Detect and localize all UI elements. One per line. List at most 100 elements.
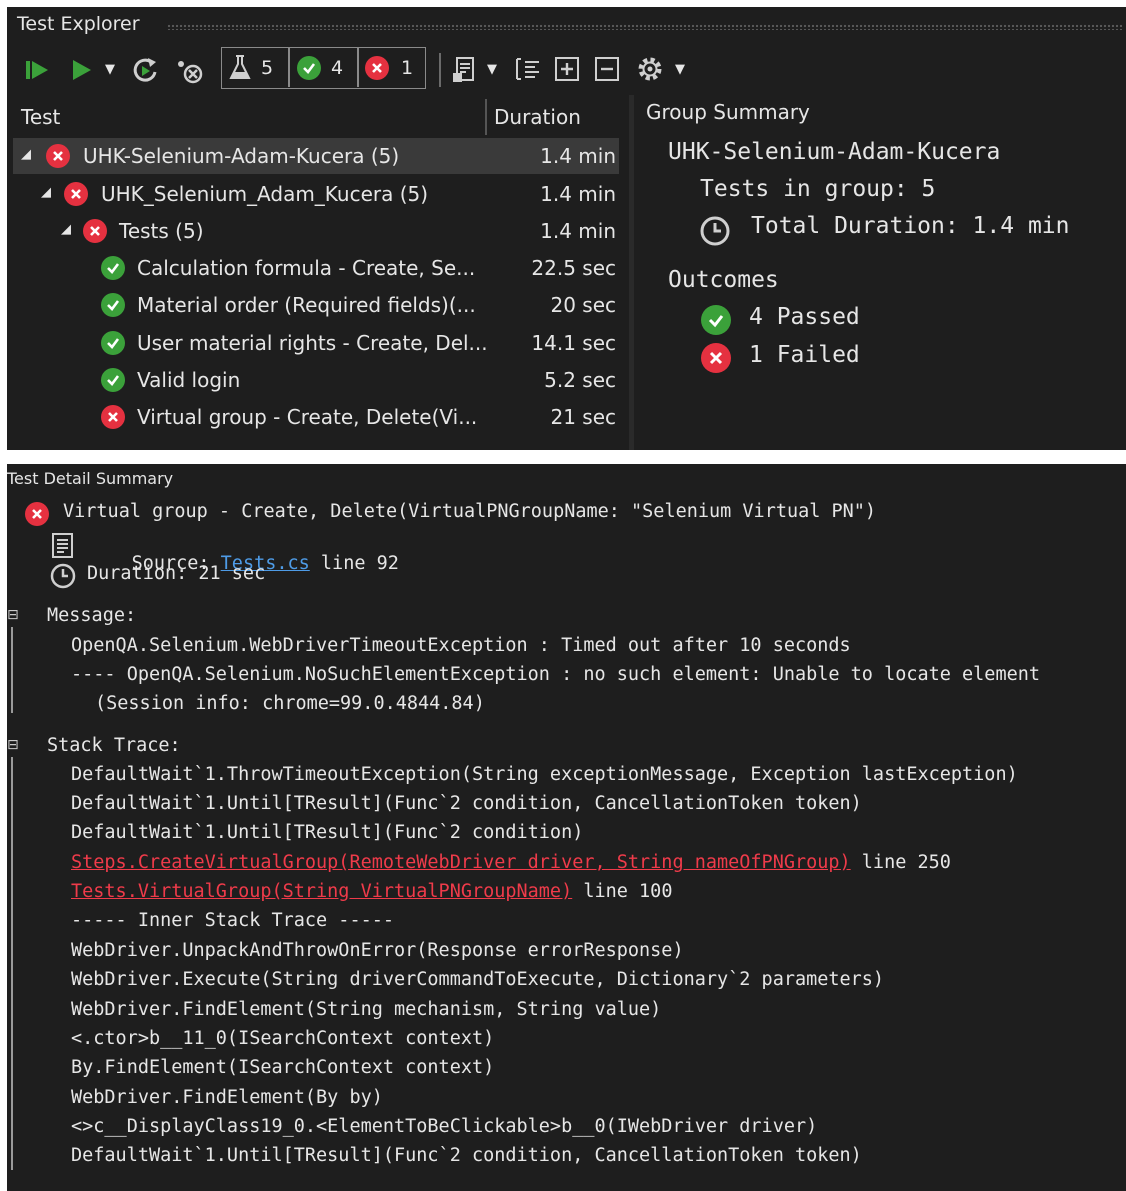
group-by-icon[interactable]	[513, 55, 543, 85]
cancel-run-icon[interactable]	[173, 56, 205, 86]
message-line: (Session info: chrome=99.0.4844.84)	[95, 693, 485, 714]
flask-icon	[229, 54, 251, 79]
table-row[interactable]: ◢ UHK-Selenium-Adam-Kucera (5) 1.4 min	[13, 138, 619, 174]
all-tests-filter[interactable]: 5	[228, 48, 273, 87]
error-circle-icon	[365, 55, 389, 80]
check-circle-icon	[101, 331, 125, 355]
duration-column-header[interactable]: Duration	[494, 105, 581, 129]
tree-item-duration: 1.4 min	[540, 219, 616, 243]
stack-frame-link[interactable]: Tests.VirtualGroup(String VirtualPNGroup…	[71, 881, 572, 902]
collapse-message-icon[interactable]: ⊟	[7, 607, 19, 623]
stack-frame-link[interactable]: Steps.CreateVirtualGroup(RemoteWebDriver…	[71, 852, 851, 873]
stack-trace-label: Stack Trace:	[47, 735, 181, 756]
error-circle-icon	[101, 405, 125, 429]
tree-item-duration: 22.5 sec	[531, 256, 616, 280]
fold-guide	[11, 627, 13, 713]
duration: Duration: 21 sec	[87, 563, 266, 584]
group-summary-header: Group Summary	[646, 100, 810, 124]
failed-tests-filter[interactable]: 1	[365, 48, 413, 87]
stack-frame: DefaultWait`1.Until[TResult](Func`2 cond…	[71, 793, 862, 814]
test-explorer-panel: Test Explorer ▼ 5 4 1 ▼ ▼ Test Duration …	[7, 7, 1126, 450]
tree-item-duration: 14.1 sec	[531, 331, 616, 355]
total-duration: Total Duration: 1.4 min	[751, 213, 1070, 239]
column-divider[interactable]	[485, 99, 487, 135]
document-icon	[52, 533, 73, 558]
test-detail-summary-panel: Test Detail Summary Virtual group - Crea…	[7, 464, 1126, 1191]
tree-item-label: Material order (Required fields)(...	[137, 293, 476, 317]
splitter[interactable]	[629, 95, 634, 450]
settings-dropdown-icon[interactable]: ▼	[675, 62, 685, 77]
message-label: Message:	[47, 605, 137, 626]
tree-item-label: User material rights - Create, Del...	[137, 331, 488, 355]
stack-frame: DefaultWait`1.Until[TResult](Func`2 cond…	[71, 822, 584, 843]
inner-stack-trace-separator: ----- Inner Stack Trace -----	[71, 910, 395, 931]
stack-frame: WebDriver.Execute(String driverCommandTo…	[71, 969, 885, 990]
panel-title: Test Detail Summary	[7, 469, 174, 488]
error-circle-icon	[25, 502, 49, 526]
run-all-icon[interactable]	[69, 57, 95, 83]
stack-frame: <.ctor>b__11_0(ISearchContext context)	[71, 1028, 495, 1049]
stack-frame-link-row: Steps.CreateVirtualGroup(RemoteWebDriver…	[71, 852, 951, 873]
failed-outcome[interactable]: 1 Failed	[749, 342, 860, 368]
test-name: Virtual group - Create, Delete(VirtualPN…	[63, 501, 877, 522]
stack-frame: DefaultWait`1.ThrowTimeoutException(Stri…	[71, 764, 1018, 785]
stack-frame: WebDriver.UnpackAndThrowOnError(Response…	[71, 940, 684, 961]
error-circle-icon	[64, 182, 88, 206]
expanded-arrow-icon[interactable]: ◢	[21, 147, 31, 162]
expand-all-icon[interactable]	[553, 55, 583, 85]
playlist-icon[interactable]	[451, 55, 479, 85]
passed-count: 4	[331, 56, 344, 79]
group-name: UHK-Selenium-Adam-Kucera	[668, 139, 1001, 165]
expanded-arrow-icon[interactable]: ◢	[61, 222, 71, 237]
stack-frame: WebDriver.FindElement(String mechanism, …	[71, 999, 662, 1020]
check-circle-icon	[701, 305, 731, 335]
run-dropdown-icon[interactable]: ▼	[105, 62, 115, 77]
tree-item-duration: 20 sec	[550, 293, 616, 317]
expanded-arrow-icon[interactable]: ◢	[41, 185, 51, 200]
passed-tests-filter[interactable]: 4	[297, 48, 343, 87]
tree-item-label: Tests (5)	[119, 219, 204, 243]
tree-item-label: Calculation formula - Create, Se...	[137, 256, 476, 280]
table-row[interactable]: Virtual group - Create, Delete(Vi... 21 …	[13, 399, 619, 435]
tree-item-duration: 5.2 sec	[544, 368, 616, 392]
toolbar-divider	[439, 53, 441, 87]
clock-icon	[50, 563, 76, 589]
tree-item-duration: 21 sec	[550, 405, 616, 429]
stack-frame: By.FindElement(ISearchContext context)	[71, 1057, 495, 1078]
collapse-all-icon[interactable]	[593, 55, 623, 85]
table-row[interactable]: ◢ UHK_Selenium_Adam_Kucera (5) 1.4 min	[13, 176, 619, 212]
clock-icon	[700, 216, 730, 246]
panel-title: Test Explorer	[17, 13, 140, 35]
tree-item-label: UHK_Selenium_Adam_Kucera (5)	[101, 182, 429, 206]
tree-item-label: Virtual group - Create, Delete(Vi...	[137, 405, 478, 429]
tree-item-label: UHK-Selenium-Adam-Kucera (5)	[83, 144, 400, 168]
tree-item-duration: 1.4 min	[540, 182, 616, 206]
check-circle-icon	[297, 55, 321, 80]
stack-frame: WebDriver.FindElement(By by)	[71, 1087, 383, 1108]
run-failed-tests-icon[interactable]	[24, 57, 52, 83]
table-row[interactable]: ◢ Tests (5) 1.4 min	[13, 213, 619, 249]
table-row[interactable]: Valid login 5.2 sec	[13, 362, 619, 398]
stack-frame-line: line 100	[583, 881, 673, 902]
settings-gear-icon[interactable]	[635, 54, 665, 84]
source-line-number: line 92	[320, 553, 399, 574]
outcomes-label: Outcomes	[668, 267, 779, 293]
error-circle-icon	[701, 343, 731, 373]
check-circle-icon	[101, 368, 125, 392]
tests-in-group: Tests in group: 5	[700, 176, 936, 202]
playlist-dropdown-icon[interactable]: ▼	[487, 62, 497, 77]
stack-frame: DefaultWait`1.Until[TResult](Func`2 cond…	[71, 1145, 862, 1166]
collapse-stack-trace-icon[interactable]: ⊟	[7, 737, 19, 753]
failed-count: 1	[401, 56, 414, 79]
tree-item-duration: 1.4 min	[540, 144, 616, 168]
tree-item-label: Valid login	[137, 368, 241, 392]
title-grip	[167, 24, 1122, 30]
check-circle-icon	[101, 256, 125, 280]
repeat-last-run-icon[interactable]	[131, 56, 161, 84]
table-row[interactable]: Calculation formula - Create, Se... 22.5…	[13, 250, 619, 286]
test-column-header[interactable]: Test	[21, 105, 60, 129]
passed-outcome[interactable]: 4 Passed	[749, 304, 860, 330]
table-row[interactable]: Material order (Required fields)(... 20 …	[13, 287, 619, 323]
fold-guide	[11, 757, 13, 1170]
table-row[interactable]: User material rights - Create, Del... 14…	[13, 325, 619, 361]
